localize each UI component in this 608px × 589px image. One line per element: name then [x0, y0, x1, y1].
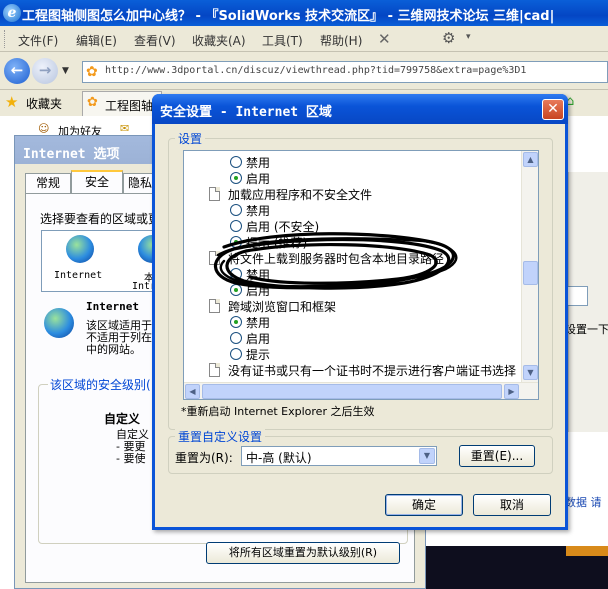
chevron-down-icon[interactable]: ▾	[466, 32, 471, 42]
address-bar: ← → ▼ ✿ http://www.3dportal.cn/discuz/vi…	[0, 52, 608, 90]
menu-favorites[interactable]: 收藏夹(A)	[192, 32, 246, 49]
zone-heading: Internet	[86, 300, 139, 313]
menu-help[interactable]: 帮助(H)	[320, 32, 362, 49]
ie-window-title: 工程图轴侧图怎么加中心线？ - 『SolidWorks 技术交流区』 - 三维网…	[22, 9, 555, 24]
reset-group-label: 重置自定义设置	[175, 428, 266, 445]
reset-all-zones-button[interactable]: 将所有区域重置为默认级别(R)	[206, 542, 400, 564]
globe-icon	[44, 308, 74, 338]
cancel-button[interactable]: 取消	[473, 494, 551, 516]
favorites-star-icon[interactable]: ★	[5, 93, 18, 111]
zone-prompt: 选择要查看的区域或更	[40, 212, 161, 226]
menu-bar: 文件(F) 编辑(E) 查看(V) 收藏夹(A) 工具(T) 帮助(H) ✕ ⚙…	[0, 26, 608, 52]
custom-level-heading: 自定义	[104, 412, 141, 426]
page-image-accent	[566, 546, 608, 556]
scroll-thumb[interactable]	[202, 384, 502, 399]
tab-security[interactable]: 安全	[71, 170, 123, 194]
internet-options-title: Internet 选项	[23, 147, 120, 162]
reset-to-label: 重置为(R):	[175, 451, 233, 465]
tab-privacy[interactable]: 隐私	[123, 173, 155, 193]
zone-internet-label[interactable]: Internet	[54, 270, 102, 281]
horizontal-scrollbar[interactable]: ◀ ▶	[184, 382, 538, 399]
reset-level-value: 中-高 (默认)	[246, 451, 312, 465]
scroll-up-icon[interactable]: ▲	[523, 152, 538, 167]
tab-general[interactable]: 常规	[25, 173, 71, 193]
scroll-right-icon[interactable]: ▶	[504, 384, 519, 399]
ie-logo-icon: e	[3, 4, 21, 22]
globe-icon	[66, 235, 94, 263]
reset-button[interactable]: 重置(E)...	[459, 445, 535, 467]
menu-tools[interactable]: 工具(T)	[262, 32, 303, 49]
settings-group-label: 设置	[175, 130, 206, 147]
zone-desc-3: 中的网站。	[86, 343, 141, 356]
menu-view[interactable]: 查看(V)	[134, 32, 176, 49]
tab-favicon-icon: ✿	[87, 95, 98, 110]
close-icon[interactable]: ✕	[542, 99, 564, 120]
custom-level-line-3: - 要使	[116, 452, 146, 465]
favorites-label[interactable]: 收藏夹	[26, 95, 62, 112]
scroll-left-icon[interactable]: ◀	[185, 384, 200, 399]
ok-button[interactable]: 确定	[385, 494, 463, 516]
menu-file[interactable]: 文件(F)	[18, 32, 58, 49]
page-text-settings: 设置一下	[565, 323, 608, 336]
zone-list[interactable]: Internet 本 Intr	[41, 230, 162, 292]
back-arrow-icon[interactable]: ←	[4, 58, 30, 84]
scroll-thumb[interactable]	[523, 261, 538, 285]
page-dark-image	[426, 546, 608, 589]
security-settings-title-bar: 安全设置 - Internet 区域 ✕	[152, 94, 568, 124]
scribble-highlight-mark	[213, 232, 458, 290]
page-text-data[interactable]: 数据 请	[565, 494, 602, 510]
tab-title: 工程图轴	[105, 99, 154, 113]
scroll-down-icon[interactable]: ▼	[523, 365, 538, 380]
forward-arrow-icon[interactable]: →	[32, 58, 58, 84]
chevron-down-icon[interactable]: ▼	[419, 448, 435, 464]
restart-note: *重新启动 Internet Explorer 之后生效	[181, 405, 375, 418]
settings-list[interactable]: 禁用 启用 加载应用程序和不安全文件 禁用 启用 (不安全) 提示 (推荐) 将…	[183, 150, 539, 400]
message-icon: ✉	[120, 122, 130, 135]
toolbar-grip	[4, 30, 7, 48]
ie-title-bar: e 工程图轴侧图怎么加中心线？ - 『SolidWorks 技术交流区』 - 三…	[0, 0, 608, 26]
address-input[interactable]: ✿ http://www.3dportal.cn/discuz/viewthre…	[82, 61, 608, 83]
reset-level-select[interactable]: 中-高 (默认) ▼	[241, 446, 437, 466]
history-dropdown-icon[interactable]: ▼	[62, 66, 69, 76]
vertical-scrollbar[interactable]: ▲ ▼	[521, 151, 538, 383]
site-favicon-icon: ✿	[86, 64, 98, 80]
toolbar-close-icon[interactable]: ✕	[378, 30, 391, 48]
page-input-box[interactable]	[566, 286, 588, 306]
tools-gear-icon[interactable]: ⚙	[442, 29, 455, 47]
browser-tab[interactable]: ✿ 工程图轴	[82, 91, 162, 116]
security-settings-dialog: 安全设置 - Internet 区域 ✕ 设置 禁用 启用 加载应用程序和不安全…	[152, 94, 568, 530]
security-settings-title: 安全设置 - Internet 区域	[160, 105, 332, 120]
user-icon: ☺	[38, 122, 50, 135]
menu-edit[interactable]: 编辑(E)	[76, 32, 117, 49]
address-url: http://www.3dportal.cn/discuz/viewthread…	[105, 65, 527, 76]
security-level-label: 该区域的安全级别(	[48, 376, 153, 393]
